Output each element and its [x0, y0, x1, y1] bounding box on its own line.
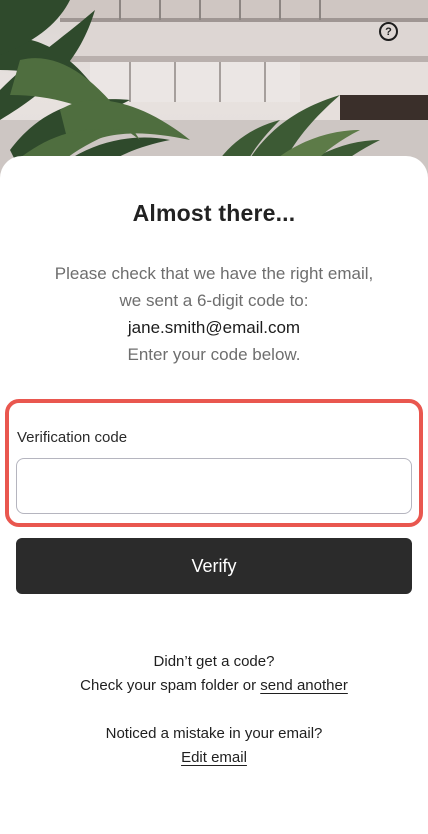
verification-code-input[interactable]: [16, 458, 412, 514]
email-address: jane.smith@email.com: [127, 318, 301, 337]
no-code-line: Check your spam folder or send another: [0, 674, 428, 698]
help-icon[interactable]: ?: [379, 22, 398, 41]
instructions-text: Please check that we have the right emai…: [0, 260, 428, 368]
spam-folder-text: Check your spam folder or: [80, 677, 257, 694]
send-another-link[interactable]: send another: [260, 677, 348, 694]
instructions-line-2: we sent a 6-digit code to:: [119, 291, 309, 310]
instructions-line-3: Enter your code below.: [127, 345, 301, 364]
no-code-help: Didn’t get a code? Check your spam folde…: [0, 650, 428, 698]
mistake-text: Noticed a mistake in your email?: [105, 725, 323, 742]
verify-button[interactable]: Verify: [16, 538, 412, 594]
verification-sheet: Almost there... Please check that we hav…: [0, 156, 428, 834]
edit-email-link[interactable]: Edit email: [181, 749, 247, 766]
no-code-title: Didn’t get a code?: [153, 653, 275, 670]
instructions-line-1: Please check that we have the right emai…: [54, 264, 374, 283]
email-mistake-help: Noticed a mistake in your email? Edit em…: [0, 722, 428, 770]
page-title: Almost there...: [132, 200, 296, 226]
verification-code-label: Verification code: [17, 429, 128, 446]
verification-screen: ? Almost there... Please check that we h…: [0, 0, 428, 834]
